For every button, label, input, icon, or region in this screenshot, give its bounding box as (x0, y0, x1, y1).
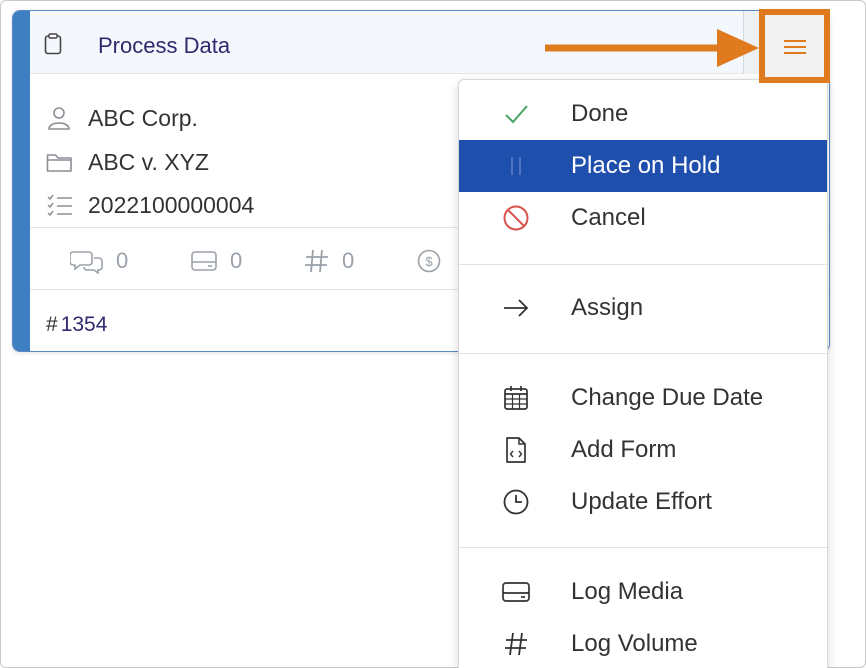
volume-count: 0 (342, 248, 355, 273)
menu-item-label: Assign (571, 294, 644, 321)
matter-name: ABC v. XYZ (88, 148, 209, 175)
menu-item-cancel[interactable]: Cancel (459, 192, 827, 244)
task-id-prefix: # (46, 313, 58, 336)
menu-item-label: Done (571, 100, 629, 127)
menu-item-label: Log Media (571, 578, 684, 605)
menu-item-update-effort[interactable]: Update Effort (459, 476, 827, 528)
menu-divider (459, 547, 827, 548)
svg-text:$: $ (425, 254, 433, 269)
hamburger-menu-button[interactable] (759, 9, 830, 83)
media-icon (191, 251, 217, 271)
client-name: ABC Corp. (88, 104, 198, 131)
folder-icon (46, 154, 72, 172)
menu-item-done[interactable]: Done (459, 88, 827, 140)
clock-icon (499, 485, 533, 519)
menu-divider (459, 353, 827, 354)
task-id[interactable]: #1354 (46, 313, 107, 337)
hamburger-icon (784, 40, 806, 54)
checklist-icon (47, 194, 72, 217)
cost-stat[interactable]: $ (416, 248, 454, 274)
callout-arrow-icon (545, 29, 759, 67)
user-icon (48, 107, 70, 130)
menu-item-log-media[interactable]: Log Media (459, 566, 827, 618)
task-actions-menu: Done Place on Hold Cancel Assign Change … (458, 79, 828, 668)
menu-item-add-form[interactable]: Add Form (459, 424, 827, 476)
menu-item-label: Add Form (571, 436, 677, 463)
matter-row: ABC v. XYZ (46, 147, 209, 177)
number-row: 2022100000004 (46, 190, 254, 220)
task-number: 2022100000004 (88, 191, 255, 218)
form-file-icon (499, 433, 533, 467)
media-drive-icon (499, 575, 533, 609)
menu-item-label: Log Volume (571, 630, 698, 657)
media-stat[interactable]: 0 (190, 248, 242, 274)
menu-item-label: Change Due Date (571, 384, 764, 411)
hash-icon (305, 249, 328, 273)
menu-item-assign[interactable]: Assign (459, 282, 827, 334)
menu-divider (459, 264, 827, 265)
hash-icon (499, 627, 533, 661)
menu-item-label: Update Effort (571, 488, 712, 515)
menu-item-label: Place on Hold (571, 152, 721, 179)
menu-item-change-due-date[interactable]: Change Due Date (459, 372, 827, 424)
menu-item-label: Cancel (571, 204, 646, 231)
comments-icon (70, 251, 103, 274)
menu-item-log-volume[interactable]: Log Volume (459, 618, 827, 668)
comments-count: 0 (116, 248, 129, 273)
volume-stat[interactable]: 0 (304, 248, 354, 274)
task-title[interactable]: Process Data (98, 33, 230, 59)
comments-stat[interactable]: 0 (70, 248, 128, 274)
card-accent-bar (13, 11, 30, 351)
media-count: 0 (230, 248, 243, 273)
pause-icon (499, 149, 533, 183)
check-icon (499, 97, 533, 131)
dollar-circle-icon: $ (417, 249, 441, 273)
clipboard-icon (44, 33, 62, 55)
task-id-value: 1354 (60, 313, 108, 336)
calendar-icon (499, 381, 533, 415)
cancel-icon (499, 201, 533, 235)
menu-item-place-on-hold[interactable]: Place on Hold (459, 140, 827, 192)
client-row: ABC Corp. (46, 103, 198, 133)
arrow-right-icon (499, 291, 533, 325)
